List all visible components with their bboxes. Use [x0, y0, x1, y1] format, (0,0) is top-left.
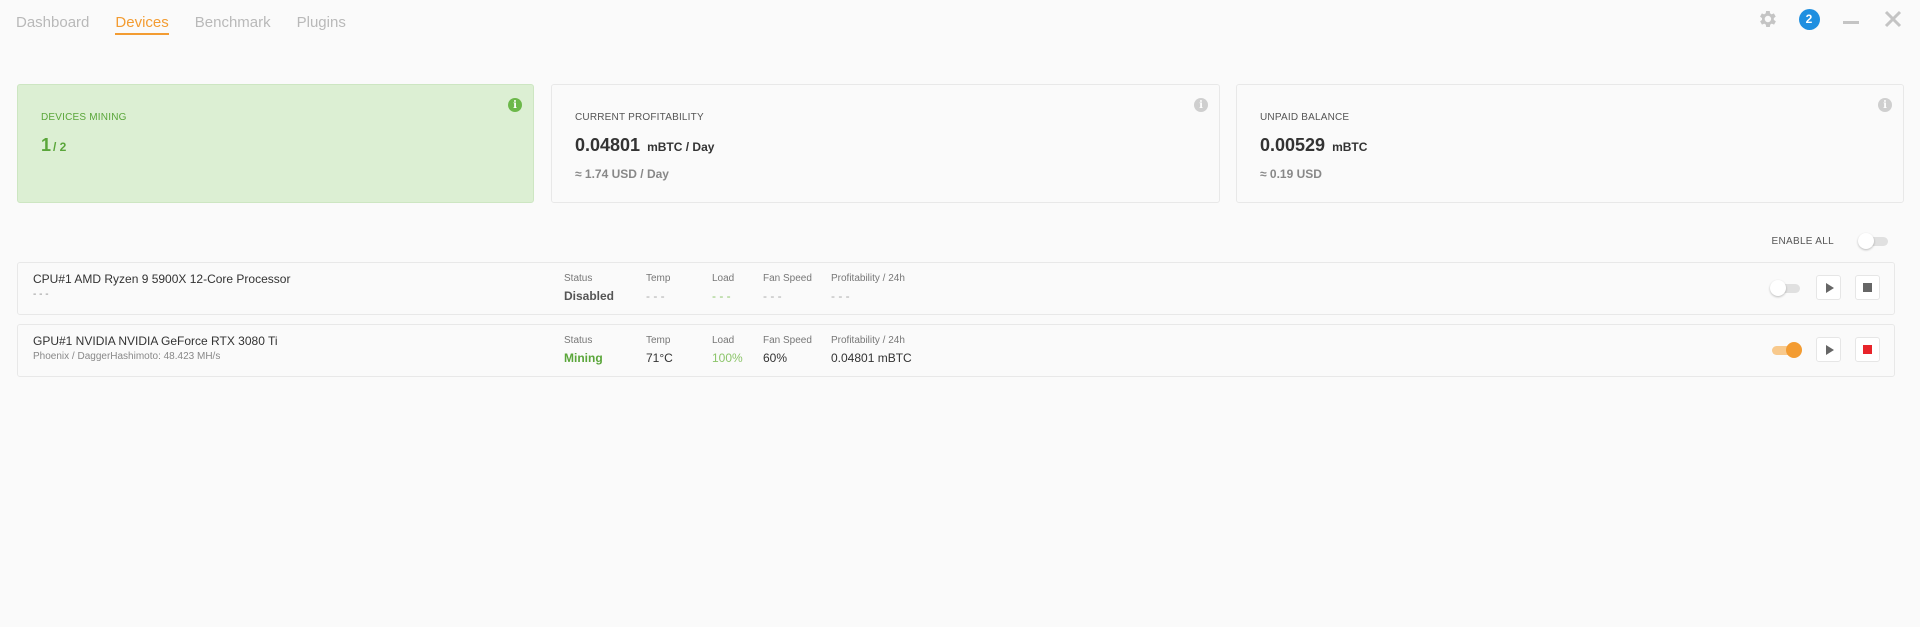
- profit-stat: Profitability / 24h 0.04801 mBTC: [831, 335, 912, 365]
- balance-value: 0.00529 mBTC: [1260, 135, 1367, 156]
- profit-value: 0.04801 mBTC: [831, 351, 912, 365]
- info-icon[interactable]: i: [1194, 98, 1208, 112]
- device-algorithm: - - -: [33, 289, 49, 300]
- enable-all-toggle[interactable]: [1858, 233, 1890, 249]
- play-icon: [1825, 344, 1834, 355]
- stat-label: Status: [564, 335, 593, 346]
- devices-mining-card: DEVICES MINING 1/ 2 i: [17, 84, 534, 203]
- temp-stat: Temp - - -: [646, 273, 670, 303]
- toggle-knob: [1786, 341, 1802, 358]
- card-label: DEVICES MINING: [41, 112, 127, 123]
- load-stat: Load 100%: [712, 335, 743, 365]
- enable-all-label: ENABLE ALL: [1771, 235, 1834, 247]
- status-value: Disabled: [564, 289, 615, 303]
- device-row-cpu: CPU#1 AMD Ryzen 9 5900X 12-Core Processo…: [17, 262, 1895, 315]
- active-devices: 1: [41, 135, 52, 155]
- status-stat: Status Mining: [564, 335, 603, 365]
- temp-value: - - -: [646, 289, 665, 303]
- stat-label: Fan Speed: [763, 335, 812, 346]
- balance-usd: ≈ 0.19 USD: [1260, 167, 1322, 181]
- profit-value: - - -: [831, 289, 850, 303]
- device-controls: [1770, 275, 1880, 300]
- stat-label: Load: [712, 273, 735, 284]
- load-value: 100%: [712, 351, 743, 365]
- profitability-unit: mBTC / Day: [647, 140, 715, 154]
- stat-label: Profitability / 24h: [831, 335, 905, 346]
- stop-icon: [1863, 283, 1872, 292]
- status-stat: Status Disabled: [564, 273, 614, 303]
- temp-value: 71°C: [646, 351, 673, 365]
- profitability-usd: ≈ 1.74 USD / Day: [575, 167, 669, 181]
- enable-all: ENABLE ALL: [1772, 233, 1890, 249]
- info-icon[interactable]: i: [508, 98, 522, 112]
- devices-mining-count: 1/ 2: [41, 135, 66, 156]
- profitability-card: CURRENT PROFITABILITY 0.04801 mBTC / Day…: [551, 84, 1220, 203]
- stop-button[interactable]: [1855, 275, 1880, 300]
- stat-label: Temp: [646, 273, 671, 284]
- close-icon[interactable]: [1880, 6, 1906, 32]
- main-nav: Dashboard Devices Benchmark Plugins: [16, 14, 346, 35]
- profit-stat: Profitability / 24h - - -: [831, 273, 905, 303]
- tab-benchmark[interactable]: Benchmark: [195, 14, 271, 35]
- fan-stat: Fan Speed - - -: [763, 273, 812, 303]
- stat-label: Profitability / 24h: [831, 273, 905, 284]
- device-name: GPU#1 NVIDIA NVIDIA GeForce RTX 3080 Ti: [33, 334, 278, 348]
- start-button[interactable]: [1816, 337, 1841, 362]
- device-enable-toggle[interactable]: [1770, 279, 1802, 296]
- profitability-value: 0.04801 mBTC / Day: [575, 135, 714, 156]
- device-name: CPU#1 AMD Ryzen 9 5900X 12-Core Processo…: [33, 272, 291, 286]
- tab-dashboard[interactable]: Dashboard: [16, 14, 89, 35]
- play-icon: [1825, 282, 1834, 293]
- balance-unit: mBTC: [1332, 140, 1368, 154]
- notification-count: 2: [1798, 8, 1820, 30]
- toggle-knob: [1858, 233, 1874, 249]
- stop-icon: [1863, 345, 1872, 354]
- device-enable-toggle[interactable]: [1770, 341, 1802, 358]
- stat-label: Fan Speed: [763, 273, 812, 284]
- stat-label: Load: [712, 335, 735, 346]
- load-value: - - -: [712, 289, 731, 303]
- card-label: CURRENT PROFITABILITY: [575, 112, 704, 123]
- fan-stat: Fan Speed 60%: [763, 335, 812, 365]
- tab-plugins[interactable]: Plugins: [297, 14, 346, 35]
- tab-devices[interactable]: Devices: [115, 14, 169, 35]
- temp-stat: Temp 71°C: [646, 335, 673, 365]
- device-algorithm: Phoenix / DaggerHashimoto: 48.423 MH/s: [33, 351, 221, 362]
- fan-value: 60%: [763, 351, 788, 365]
- notification-badge[interactable]: 2: [1796, 6, 1822, 32]
- balance-number: 0.00529: [1260, 135, 1326, 155]
- start-button[interactable]: [1816, 275, 1841, 300]
- card-label: UNPAID BALANCE: [1260, 112, 1350, 123]
- profitability-number: 0.04801: [575, 135, 641, 155]
- device-controls: [1770, 337, 1880, 362]
- stat-label: Status: [564, 273, 593, 284]
- toggle-knob: [1770, 279, 1786, 296]
- stat-label: Temp: [646, 335, 671, 346]
- fan-value: - - -: [763, 289, 782, 303]
- stop-button[interactable]: [1855, 337, 1880, 362]
- gear-icon[interactable]: [1754, 6, 1780, 32]
- status-value: Mining: [564, 351, 603, 365]
- minimize-icon[interactable]: [1838, 6, 1864, 32]
- total-devices: / 2: [53, 140, 67, 154]
- info-icon[interactable]: i: [1878, 98, 1892, 112]
- device-row-gpu: GPU#1 NVIDIA NVIDIA GeForce RTX 3080 Ti …: [17, 324, 1895, 377]
- unpaid-balance-card: UNPAID BALANCE 0.00529 mBTC ≈ 0.19 USD i: [1236, 84, 1904, 203]
- load-stat: Load - - -: [712, 273, 734, 303]
- window-controls: 2: [1754, 6, 1906, 32]
